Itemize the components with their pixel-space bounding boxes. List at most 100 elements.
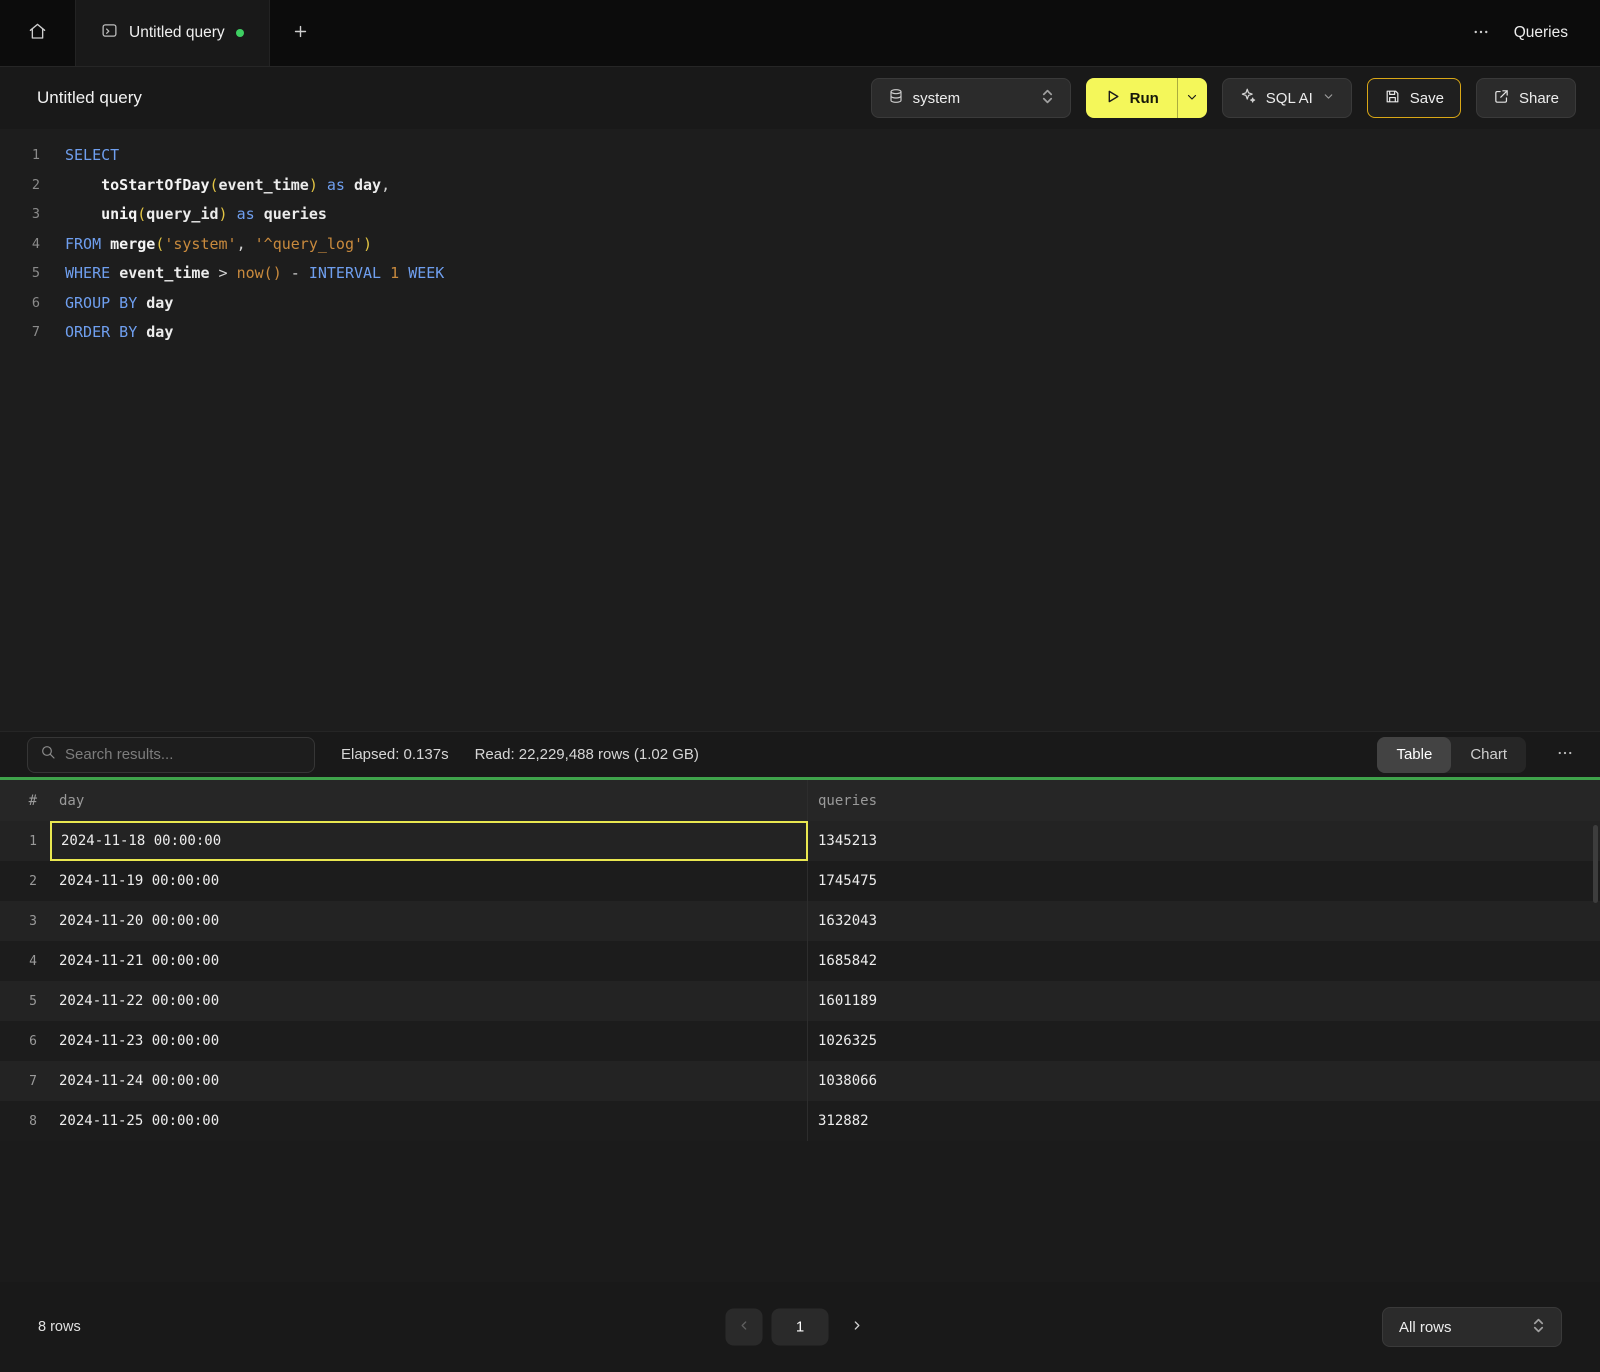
results-table-body: 12024-11-18 00:00:00134521322024-11-19 0… — [0, 821, 1600, 1141]
row-index-cell: 2 — [0, 861, 50, 901]
row-index-cell: 5 — [0, 981, 50, 1021]
chevron-right-icon — [849, 1318, 863, 1336]
share-button[interactable]: Share — [1476, 78, 1576, 118]
page-number-button[interactable]: 1 — [772, 1309, 829, 1346]
column-header-queries[interactable]: queries — [808, 780, 1600, 821]
row-index-cell: 7 — [0, 1061, 50, 1101]
queries-cell[interactable]: 1745475 — [808, 861, 1600, 901]
code-line[interactable]: 2 toStartOfDay(event_time) as day, — [0, 171, 1600, 201]
pagination: 1 — [726, 1309, 875, 1346]
code-line[interactable]: 5WHERE event_time > now() - INTERVAL 1 W… — [0, 259, 1600, 289]
row-count: 8 rows — [38, 1319, 81, 1335]
line-number: 3 — [0, 200, 52, 230]
day-cell[interactable]: 2024-11-20 00:00:00 — [50, 901, 808, 941]
chevron-down-icon — [1186, 91, 1198, 106]
line-number: 6 — [0, 289, 52, 319]
line-number: 7 — [0, 318, 52, 348]
chart-view-button[interactable]: Chart — [1451, 737, 1526, 773]
run-button[interactable]: Run — [1086, 78, 1177, 118]
run-options-button[interactable] — [1177, 78, 1207, 118]
run-button-label: Run — [1130, 90, 1159, 107]
code-text: uniq(query_id) as queries — [52, 200, 327, 230]
query-tab[interactable]: Untitled query — [76, 0, 270, 66]
code-line[interactable]: 1SELECT — [0, 141, 1600, 171]
query-title: Untitled query — [37, 88, 142, 108]
rows-per-page-selector[interactable]: All rows — [1382, 1307, 1562, 1347]
code-text: GROUP BY day — [52, 289, 173, 319]
day-cell[interactable]: 2024-11-23 00:00:00 — [50, 1021, 808, 1061]
ellipsis-icon — [1472, 23, 1490, 44]
row-index-cell: 1 — [0, 821, 50, 861]
queries-cell[interactable]: 1345213 — [808, 821, 1600, 861]
sql-console-app: Untitled query Queries Untitled query sy… — [0, 0, 1600, 1372]
table-row[interactable]: 52024-11-22 00:00:001601189 — [0, 981, 1600, 1021]
code-line[interactable]: 3 uniq(query_id) as queries — [0, 200, 1600, 230]
view-toggle: Table Chart — [1377, 737, 1526, 773]
search-results-input[interactable] — [65, 746, 302, 763]
results-toolbar: Elapsed: 0.137s Read: 22,229,488 rows (1… — [0, 731, 1600, 777]
queries-cell[interactable]: 1632043 — [808, 901, 1600, 941]
queries-cell[interactable]: 312882 — [808, 1101, 1600, 1141]
prev-page-button[interactable] — [726, 1309, 763, 1346]
line-number: 2 — [0, 171, 52, 201]
table-row[interactable]: 82024-11-25 00:00:00312882 — [0, 1101, 1600, 1141]
save-button[interactable]: Save — [1367, 78, 1461, 118]
column-header-day[interactable]: day — [50, 780, 808, 821]
table-row[interactable]: 42024-11-21 00:00:001685842 — [0, 941, 1600, 981]
table-view-button[interactable]: Table — [1377, 737, 1451, 773]
queries-cell[interactable]: 1601189 — [808, 981, 1600, 1021]
day-cell[interactable]: 2024-11-18 00:00:00 — [50, 821, 808, 861]
code-text: toStartOfDay(event_time) as day, — [52, 171, 390, 201]
code-text: ORDER BY day — [52, 318, 173, 348]
results-overflow-button[interactable] — [1552, 740, 1578, 769]
tab-overflow-button[interactable] — [1468, 19, 1494, 48]
code-line[interactable]: 6GROUP BY day — [0, 289, 1600, 319]
chevron-down-icon — [1322, 90, 1335, 107]
day-cell[interactable]: 2024-11-21 00:00:00 — [50, 941, 808, 981]
day-cell[interactable]: 2024-11-22 00:00:00 — [50, 981, 808, 1021]
table-row[interactable]: 72024-11-24 00:00:001038066 — [0, 1061, 1600, 1101]
home-icon — [28, 22, 47, 44]
updown-chevron-icon — [1532, 1317, 1545, 1338]
column-header-index[interactable]: # — [0, 780, 50, 821]
queries-cell[interactable]: 1685842 — [808, 941, 1600, 981]
results-footer: 8 rows 1 All rows — [0, 1282, 1600, 1372]
day-cell[interactable]: 2024-11-25 00:00:00 — [50, 1101, 808, 1141]
row-index-cell: 3 — [0, 901, 50, 941]
sql-editor[interactable]: 1SELECT2 toStartOfDay(event_time) as day… — [0, 129, 1600, 731]
line-number: 5 — [0, 259, 52, 289]
queries-cell[interactable]: 1038066 — [808, 1061, 1600, 1101]
day-cell[interactable]: 2024-11-24 00:00:00 — [50, 1061, 808, 1101]
code-line[interactable]: 7ORDER BY day — [0, 318, 1600, 348]
row-index-cell: 6 — [0, 1021, 50, 1061]
table-row[interactable]: 32024-11-20 00:00:001632043 — [0, 901, 1600, 941]
tab-title: Untitled query — [129, 24, 225, 42]
updown-chevron-icon — [1041, 88, 1054, 109]
table-row[interactable]: 62024-11-23 00:00:001026325 — [0, 1021, 1600, 1061]
search-icon — [40, 744, 56, 765]
save-icon — [1384, 88, 1401, 109]
run-button-group: Run — [1086, 78, 1207, 118]
queries-button[interactable]: Queries — [1514, 24, 1568, 42]
save-button-label: Save — [1410, 90, 1444, 107]
search-results-box[interactable] — [27, 737, 315, 773]
code-text: SELECT — [52, 141, 119, 171]
sparkle-icon — [1239, 87, 1257, 109]
table-row[interactable]: 12024-11-18 00:00:001345213 — [0, 821, 1600, 861]
table-scrollbar[interactable] — [1593, 825, 1598, 903]
sql-ai-button[interactable]: SQL AI — [1222, 78, 1352, 118]
results-table: # day queries 12024-11-18 00:00:00134521… — [0, 780, 1600, 1282]
code-lines: 1SELECT2 toStartOfDay(event_time) as day… — [0, 141, 1600, 348]
queries-cell[interactable]: 1026325 — [808, 1021, 1600, 1061]
tab-bar: Untitled query Queries — [0, 0, 1600, 67]
database-selector[interactable]: system — [871, 78, 1071, 118]
code-line[interactable]: 4FROM merge('system', '^query_log') — [0, 230, 1600, 260]
home-button[interactable] — [0, 0, 76, 66]
unsaved-indicator — [236, 29, 244, 37]
line-number: 1 — [0, 141, 52, 171]
new-tab-button[interactable] — [270, 0, 332, 66]
table-row[interactable]: 22024-11-19 00:00:001745475 — [0, 861, 1600, 901]
day-cell[interactable]: 2024-11-19 00:00:00 — [50, 861, 808, 901]
sql-ai-label: SQL AI — [1266, 90, 1313, 107]
next-page-button[interactable] — [838, 1309, 875, 1346]
